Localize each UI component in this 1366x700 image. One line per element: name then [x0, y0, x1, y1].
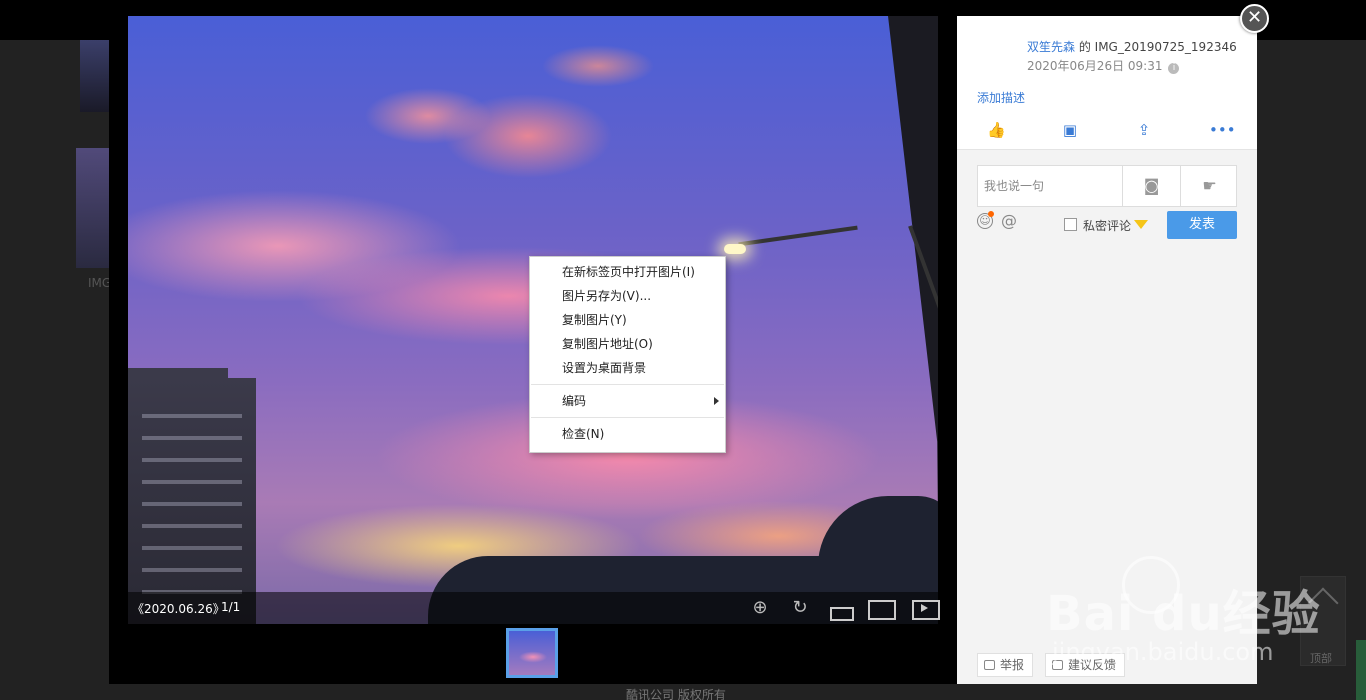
filmstrip-thumbnail[interactable]	[506, 628, 558, 678]
private-comment-label: 私密评论	[1083, 219, 1132, 233]
comment-input[interactable]	[978, 166, 1122, 206]
zoom-in-icon[interactable]: ⊕	[748, 597, 772, 619]
share-icon[interactable]: ⇪	[1135, 122, 1153, 138]
context-menu: 在新标签页中打开图片(I) 图片另存为(V)... 复制图片(Y) 复制图片地址…	[529, 256, 726, 453]
menu-item-inspect[interactable]: 检查(N)	[530, 422, 725, 446]
viewer-toolbar: 《2020.06.26》 1/1 ⊕ ↻	[128, 592, 940, 624]
author-line: 双笙先森 的 IMG_20190725_192346	[1027, 38, 1237, 55]
author-connector: 的	[1075, 40, 1095, 54]
add-description-link[interactable]: 添加描述	[977, 89, 1025, 106]
page-counter: 1/1	[221, 600, 241, 614]
submenu-arrow-icon	[714, 397, 719, 405]
menu-item-set-as-wallpaper[interactable]: 设置为桌面背景	[530, 356, 725, 380]
report-icon	[984, 660, 995, 670]
menu-item-save-image-as[interactable]: 图片另存为(V)...	[530, 284, 725, 308]
feedback-button[interactable]: 建议反馈	[1045, 653, 1126, 677]
detail-header: 双笙先森 的 IMG_20190725_192346 2020年06月26日 0…	[957, 16, 1257, 150]
comment-icon[interactable]: ▣	[1061, 122, 1079, 138]
menu-item-encoding[interactable]: 编码	[530, 389, 725, 413]
menu-separator	[531, 384, 724, 385]
photo-date-line: 2020年06月26日 09:31 i	[1027, 57, 1180, 74]
report-label: 举报	[1000, 658, 1025, 672]
feedback-icon	[1052, 660, 1063, 670]
report-button[interactable]: 举报	[977, 653, 1034, 677]
author-link[interactable]: 双笙先森	[1027, 40, 1075, 54]
back-to-top-label: 顶部	[1310, 652, 1332, 665]
photo-building-windows	[142, 396, 242, 596]
background-thumbnail-label: IMG	[88, 276, 112, 290]
more-icon[interactable]: •••	[1209, 122, 1236, 138]
private-comment-checkbox[interactable]	[1064, 218, 1077, 231]
menu-item-open-in-new-tab[interactable]: 在新标签页中打开图片(I)	[530, 260, 725, 284]
menu-item-copy-image[interactable]: 复制图片(Y)	[530, 308, 725, 332]
background-thumbnail	[76, 148, 110, 268]
vip-diamond-icon	[1134, 220, 1148, 229]
fit-screen-icon[interactable]	[868, 597, 896, 620]
close-viewer-button[interactable]: ✕	[1240, 4, 1269, 33]
hand-pointer-icon[interactable]: ☛	[1180, 166, 1238, 206]
original-size-icon[interactable]	[828, 597, 854, 621]
menu-separator	[531, 417, 724, 418]
like-icon[interactable]: 👍	[987, 122, 1006, 138]
post-button[interactable]: 发表	[1167, 211, 1237, 239]
photo-streetlamp-light	[724, 244, 746, 254]
play-triangle-icon	[921, 604, 928, 612]
menu-item-encoding-label: 编码	[562, 394, 587, 408]
menu-item-copy-image-address[interactable]: 复制图片地址(O)	[530, 332, 725, 356]
scrollbar[interactable]	[1356, 640, 1366, 700]
photo-name: IMG_20190725_192346	[1094, 40, 1237, 54]
feedback-label: 建议反馈	[1068, 658, 1117, 672]
photo-date: 2020年06月26日 09:31	[1027, 59, 1163, 73]
album-date-link[interactable]: 《2020.06.26》	[132, 600, 225, 617]
info-icon[interactable]: i	[1168, 63, 1180, 74]
notification-dot	[988, 211, 994, 217]
photo-streetlamp-arm	[738, 225, 858, 247]
mention-icon[interactable]: @	[1001, 211, 1017, 230]
camera-icon[interactable]: ◙	[1122, 166, 1180, 206]
page-footer-text: 酷讯公司 版权所有	[626, 688, 726, 700]
detail-panel: 双笙先森 的 IMG_20190725_192346 2020年06月26日 0…	[957, 16, 1257, 684]
rotate-icon[interactable]: ↻	[788, 597, 812, 619]
comment-box: ◙ ☛	[977, 165, 1237, 207]
background-thumbnail	[80, 40, 110, 112]
